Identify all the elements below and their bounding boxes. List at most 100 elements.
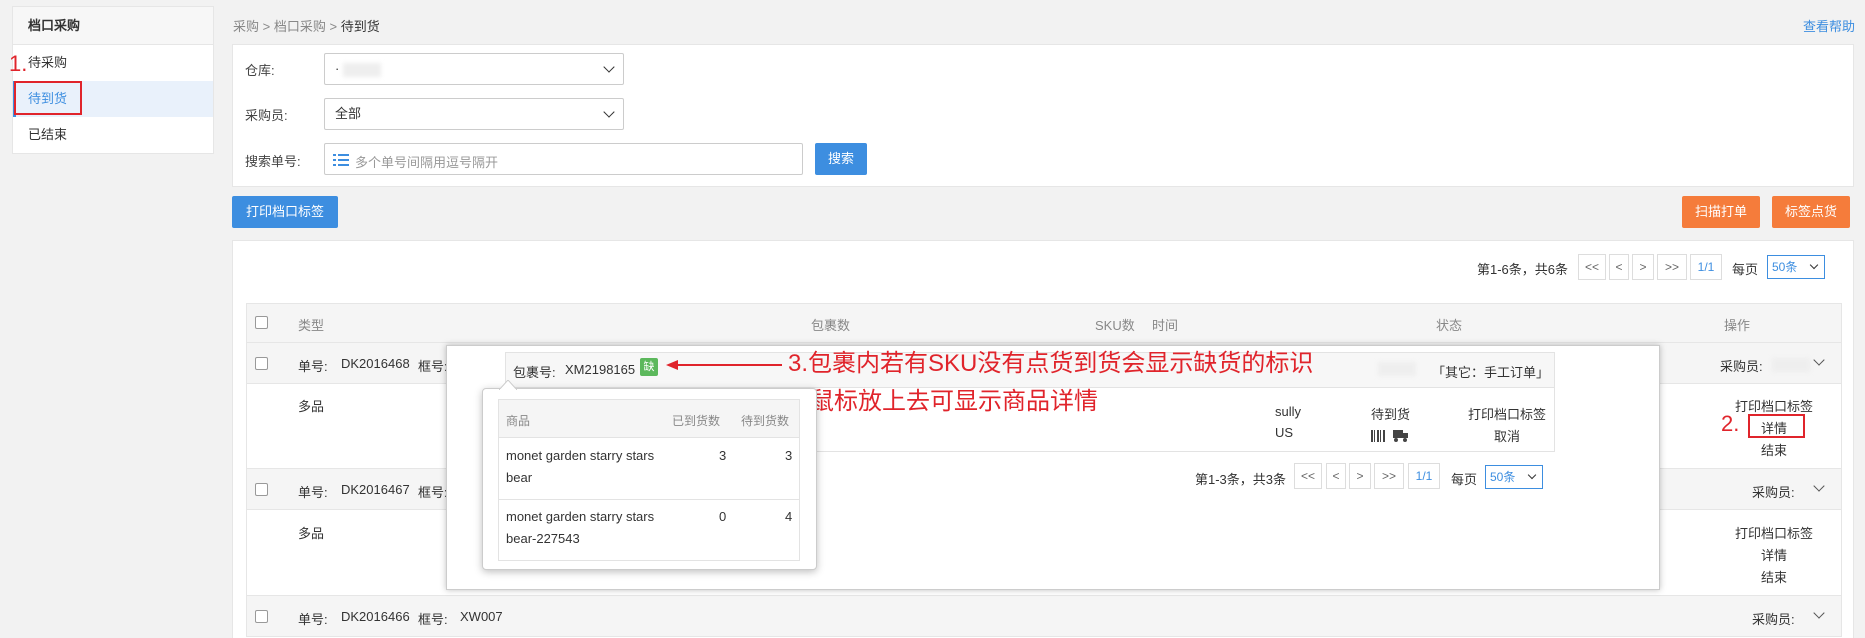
redacted-value bbox=[342, 62, 381, 77]
package-no-label: 包裹号: bbox=[513, 365, 556, 380]
product-name: monet garden starry stars bear-227543 bbox=[506, 506, 654, 550]
breadcrumb: 采购 > 档口采购 > 待到货 bbox=[233, 16, 380, 35]
frame-no-label: 框号: bbox=[418, 612, 448, 627]
order-type: 多品 bbox=[298, 399, 325, 414]
pager-first-button[interactable]: << bbox=[1578, 254, 1606, 280]
redacted-buyer bbox=[1772, 358, 1810, 372]
order-no-link[interactable]: DK2016467 bbox=[341, 482, 410, 497]
print-stall-label-link[interactable]: 打印档口标签 bbox=[1735, 523, 1813, 542]
order-checkbox[interactable] bbox=[255, 483, 268, 496]
print-stall-label-link[interactable]: 打印档口标签 bbox=[1735, 396, 1813, 415]
package-print-label-link[interactable]: 打印档口标签 bbox=[1468, 404, 1546, 423]
details-link[interactable]: 详情 bbox=[1761, 545, 1787, 564]
pager-page-indicator: 1/1 bbox=[1690, 254, 1722, 280]
column-header-type: 类型 bbox=[298, 318, 325, 333]
sidebar-item-finished[interactable]: 已结束 bbox=[13, 117, 213, 153]
annotation-number-2: 2. bbox=[1721, 411, 1740, 436]
breadcrumb-item-stall-purchase[interactable]: 档口采购 bbox=[274, 19, 326, 34]
order-checkbox[interactable] bbox=[255, 357, 268, 370]
annotation-arrow bbox=[666, 360, 782, 370]
search-placeholder: 多个单号间隔用逗号隔开 bbox=[355, 155, 499, 170]
order-no-link[interactable]: DK2016468 bbox=[341, 356, 410, 371]
redacted-value bbox=[1378, 362, 1416, 376]
pager-summary: 第1-6条，共6条 bbox=[1477, 262, 1569, 277]
column-header-actions: 操作 bbox=[1724, 318, 1751, 333]
search-input[interactable]: 多个单号间隔用逗号隔开 bbox=[324, 143, 803, 175]
search-label: 搜索单号: bbox=[245, 154, 301, 169]
order-checkbox[interactable] bbox=[255, 610, 268, 623]
pager-last-button[interactable]: >> bbox=[1657, 254, 1687, 280]
product-table: 商品 已到货数 待到货数 monet garden starry stars b… bbox=[498, 399, 800, 561]
buyer-label: 采购员: bbox=[1720, 359, 1763, 374]
pager-prev-button[interactable]: < bbox=[1609, 254, 1629, 280]
per-page-value: 50条 bbox=[1772, 260, 1798, 274]
annotation-box-1 bbox=[14, 81, 82, 115]
select-all-checkbox[interactable] bbox=[255, 316, 268, 329]
product-name-line2: bear bbox=[506, 470, 533, 485]
column-header-sku-count: SKU数 bbox=[1095, 318, 1135, 333]
annotation-box-2 bbox=[1748, 414, 1805, 438]
buyer-select[interactable]: 全部 bbox=[324, 98, 624, 130]
finish-link[interactable]: 结束 bbox=[1761, 440, 1787, 459]
buyer-select-value: 全部 bbox=[335, 106, 362, 121]
product-row: monet garden starry stars bear-227543 0 … bbox=[499, 500, 799, 560]
scan-print-button[interactable]: 扫描打单 bbox=[1682, 196, 1760, 228]
product-name-line1: monet garden starry stars bbox=[506, 509, 655, 524]
chevron-down-icon bbox=[603, 61, 615, 73]
warehouse-select[interactable]: · bbox=[324, 53, 624, 85]
chevron-down-icon bbox=[1809, 260, 1819, 270]
tag-count-button[interactable]: 标签点货 bbox=[1772, 196, 1850, 228]
package-no: XM2198165 bbox=[565, 362, 636, 377]
frame-no-label: 框号: bbox=[418, 359, 448, 374]
popover-pager-next[interactable]: > bbox=[1349, 463, 1371, 489]
popover-per-page-label: 每页 bbox=[1451, 472, 1478, 487]
warehouse-label: 仓库: bbox=[245, 63, 275, 78]
order-no-link[interactable]: DK2016466 bbox=[341, 609, 410, 624]
product-name-line2: bear-227543 bbox=[506, 531, 580, 546]
buyer-label: 采购员: bbox=[1752, 612, 1795, 627]
popover-pager-last[interactable]: >> bbox=[1374, 463, 1404, 489]
barcode-icon bbox=[1371, 430, 1385, 442]
finish-link[interactable]: 结束 bbox=[1761, 567, 1787, 586]
help-link[interactable]: 查看帮助 bbox=[1803, 16, 1855, 35]
package-cancel-link[interactable]: 取消 bbox=[1494, 426, 1520, 445]
truck-icon bbox=[1393, 430, 1408, 442]
arrived-count: 0 bbox=[719, 509, 727, 524]
column-header-time: 时间 bbox=[1152, 318, 1179, 333]
popover-pager-first[interactable]: << bbox=[1294, 463, 1322, 489]
order-no-label: 单号: bbox=[298, 359, 328, 374]
shortage-tag[interactable]: 缺 bbox=[640, 358, 658, 376]
search-button[interactable]: 搜索 bbox=[815, 143, 867, 175]
table-header bbox=[246, 303, 1842, 343]
list-icon bbox=[333, 154, 349, 166]
column-header-pending: 待到货数 bbox=[741, 414, 790, 428]
popover-per-page-select[interactable]: 50条 bbox=[1485, 465, 1543, 489]
order-no-label: 单号: bbox=[298, 485, 328, 500]
frame-no-label: 框号: bbox=[418, 485, 448, 500]
pending-count: 4 bbox=[785, 509, 793, 524]
chevron-down-icon bbox=[603, 106, 615, 118]
frame-no-value: XW007 bbox=[460, 609, 503, 624]
buyer-label: 采购员: bbox=[245, 108, 288, 123]
sidebar-title: 档口采购 bbox=[13, 7, 213, 45]
popover-pager-prev[interactable]: < bbox=[1326, 463, 1346, 489]
arrived-count: 3 bbox=[719, 448, 727, 463]
sidebar-item-pending-purchase[interactable]: 待采购 bbox=[13, 45, 213, 81]
sidebar: 档口采购 待采购 待到货 已结束 bbox=[12, 6, 214, 154]
print-stall-label-button[interactable]: 打印档口标签 bbox=[232, 196, 338, 228]
tooltip-caret bbox=[499, 380, 517, 390]
breadcrumb-item-purchase[interactable]: 采购 bbox=[233, 19, 259, 34]
popover-pager-summary: 第1-3条，共3条 bbox=[1195, 472, 1287, 487]
per-page-select[interactable]: 50条 bbox=[1767, 255, 1825, 279]
breadcrumb-separator: > bbox=[329, 19, 338, 34]
product-name-line1: monet garden starry stars bbox=[506, 448, 655, 463]
column-header-status: 状态 bbox=[1436, 318, 1463, 333]
warehouse-select-value: · bbox=[335, 61, 340, 76]
recipient-country: US bbox=[1275, 425, 1294, 440]
pending-count: 3 bbox=[785, 448, 793, 463]
popover-per-page-value: 50条 bbox=[1490, 470, 1516, 484]
recipient-name: sully bbox=[1275, 404, 1302, 419]
pager-next-button[interactable]: > bbox=[1632, 254, 1654, 280]
column-header-product: 商品 bbox=[506, 414, 531, 428]
breadcrumb-item-current: 待到货 bbox=[340, 19, 380, 34]
